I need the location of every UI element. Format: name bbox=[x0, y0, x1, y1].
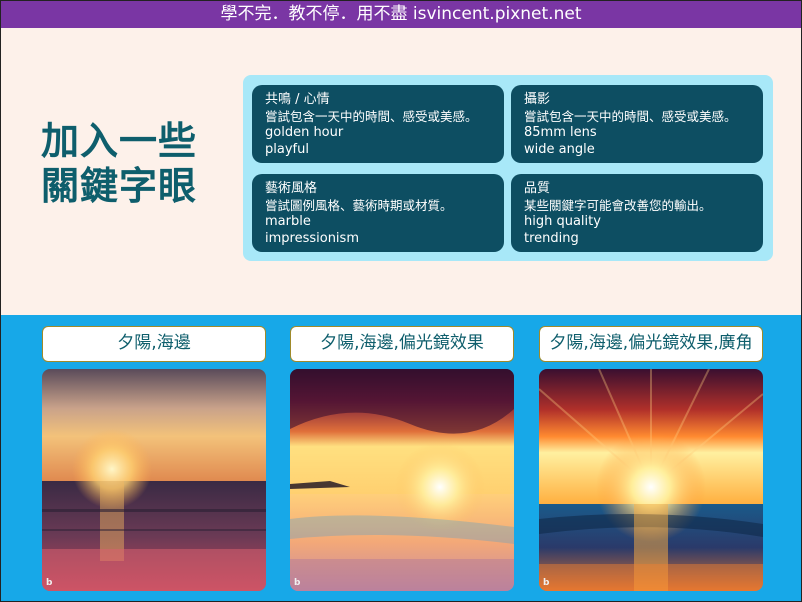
bing-logo-icon: b bbox=[294, 578, 301, 588]
card-title: 攝影 bbox=[524, 92, 551, 107]
card-title: 品質 bbox=[524, 181, 551, 196]
example-caption-3: 夕陽,海邊,偏光鏡效果,廣角 bbox=[539, 326, 763, 362]
headline: 加入一些 關鍵字眼 bbox=[41, 119, 231, 209]
card-keyword: trending bbox=[524, 230, 579, 246]
sunset-beach-wide-angle-image bbox=[539, 369, 763, 591]
card-title: 藝術風格 bbox=[265, 181, 318, 196]
bing-logo-icon: b bbox=[46, 578, 53, 588]
card-description: 嘗試包含一天中的時間、感受或美感。 bbox=[524, 108, 737, 124]
card-description: 嘗試圖例風格、藝術時期或材質。 bbox=[265, 197, 453, 213]
example-caption-1: 夕陽,海邊 bbox=[42, 326, 266, 362]
sunset-photo-1: b bbox=[42, 369, 266, 591]
card-keyword: high quality bbox=[524, 214, 601, 229]
card-keyword: golden hour bbox=[265, 125, 344, 140]
sunset-beach-image bbox=[42, 369, 266, 591]
card-keyword: wide angle bbox=[524, 141, 595, 157]
sunset-beach-polarized-image bbox=[290, 369, 514, 591]
sunset-photo-3: b bbox=[539, 369, 763, 591]
bing-logo-icon: b bbox=[543, 578, 550, 588]
card-keyword: marble bbox=[265, 214, 311, 229]
card-quality: 品質 某些關鍵字可能會改善您的輸出。 high quality trending bbox=[511, 174, 763, 252]
slide-frame: 學不完．教不停．用不盡 isvincent.pixnet.net 加入一些 關鍵… bbox=[0, 0, 802, 602]
card-keyword: playful bbox=[265, 141, 309, 157]
card-description: 某些關鍵字可能會改善您的輸出。 bbox=[524, 197, 712, 213]
card-photography: 攝影 嘗試包含一天中的時間、感受或美感。 85mm lens wide angl… bbox=[511, 85, 763, 163]
headline-line-2: 關鍵字眼 bbox=[41, 164, 198, 208]
headline-line-1: 加入一些 bbox=[41, 119, 198, 163]
card-keyword: 85mm lens bbox=[524, 125, 597, 140]
card-description: 嘗試包含一天中的時間、感受或美感。 bbox=[265, 108, 478, 124]
card-art-style: 藝術風格 嘗試圖例風格、藝術時期或材質。 marble impressionis… bbox=[252, 174, 504, 252]
card-keyword: impressionism bbox=[265, 230, 359, 246]
example-caption-2: 夕陽,海邊,偏光鏡效果 bbox=[290, 326, 514, 362]
card-title: 共鳴 / 心情 bbox=[265, 92, 330, 107]
card-mood: 共鳴 / 心情 嘗試包含一天中的時間、感受或美感。 golden hour pl… bbox=[252, 85, 504, 163]
sunset-photo-2: b bbox=[290, 369, 514, 591]
site-banner: 學不完．教不停．用不盡 isvincent.pixnet.net bbox=[1, 1, 801, 28]
